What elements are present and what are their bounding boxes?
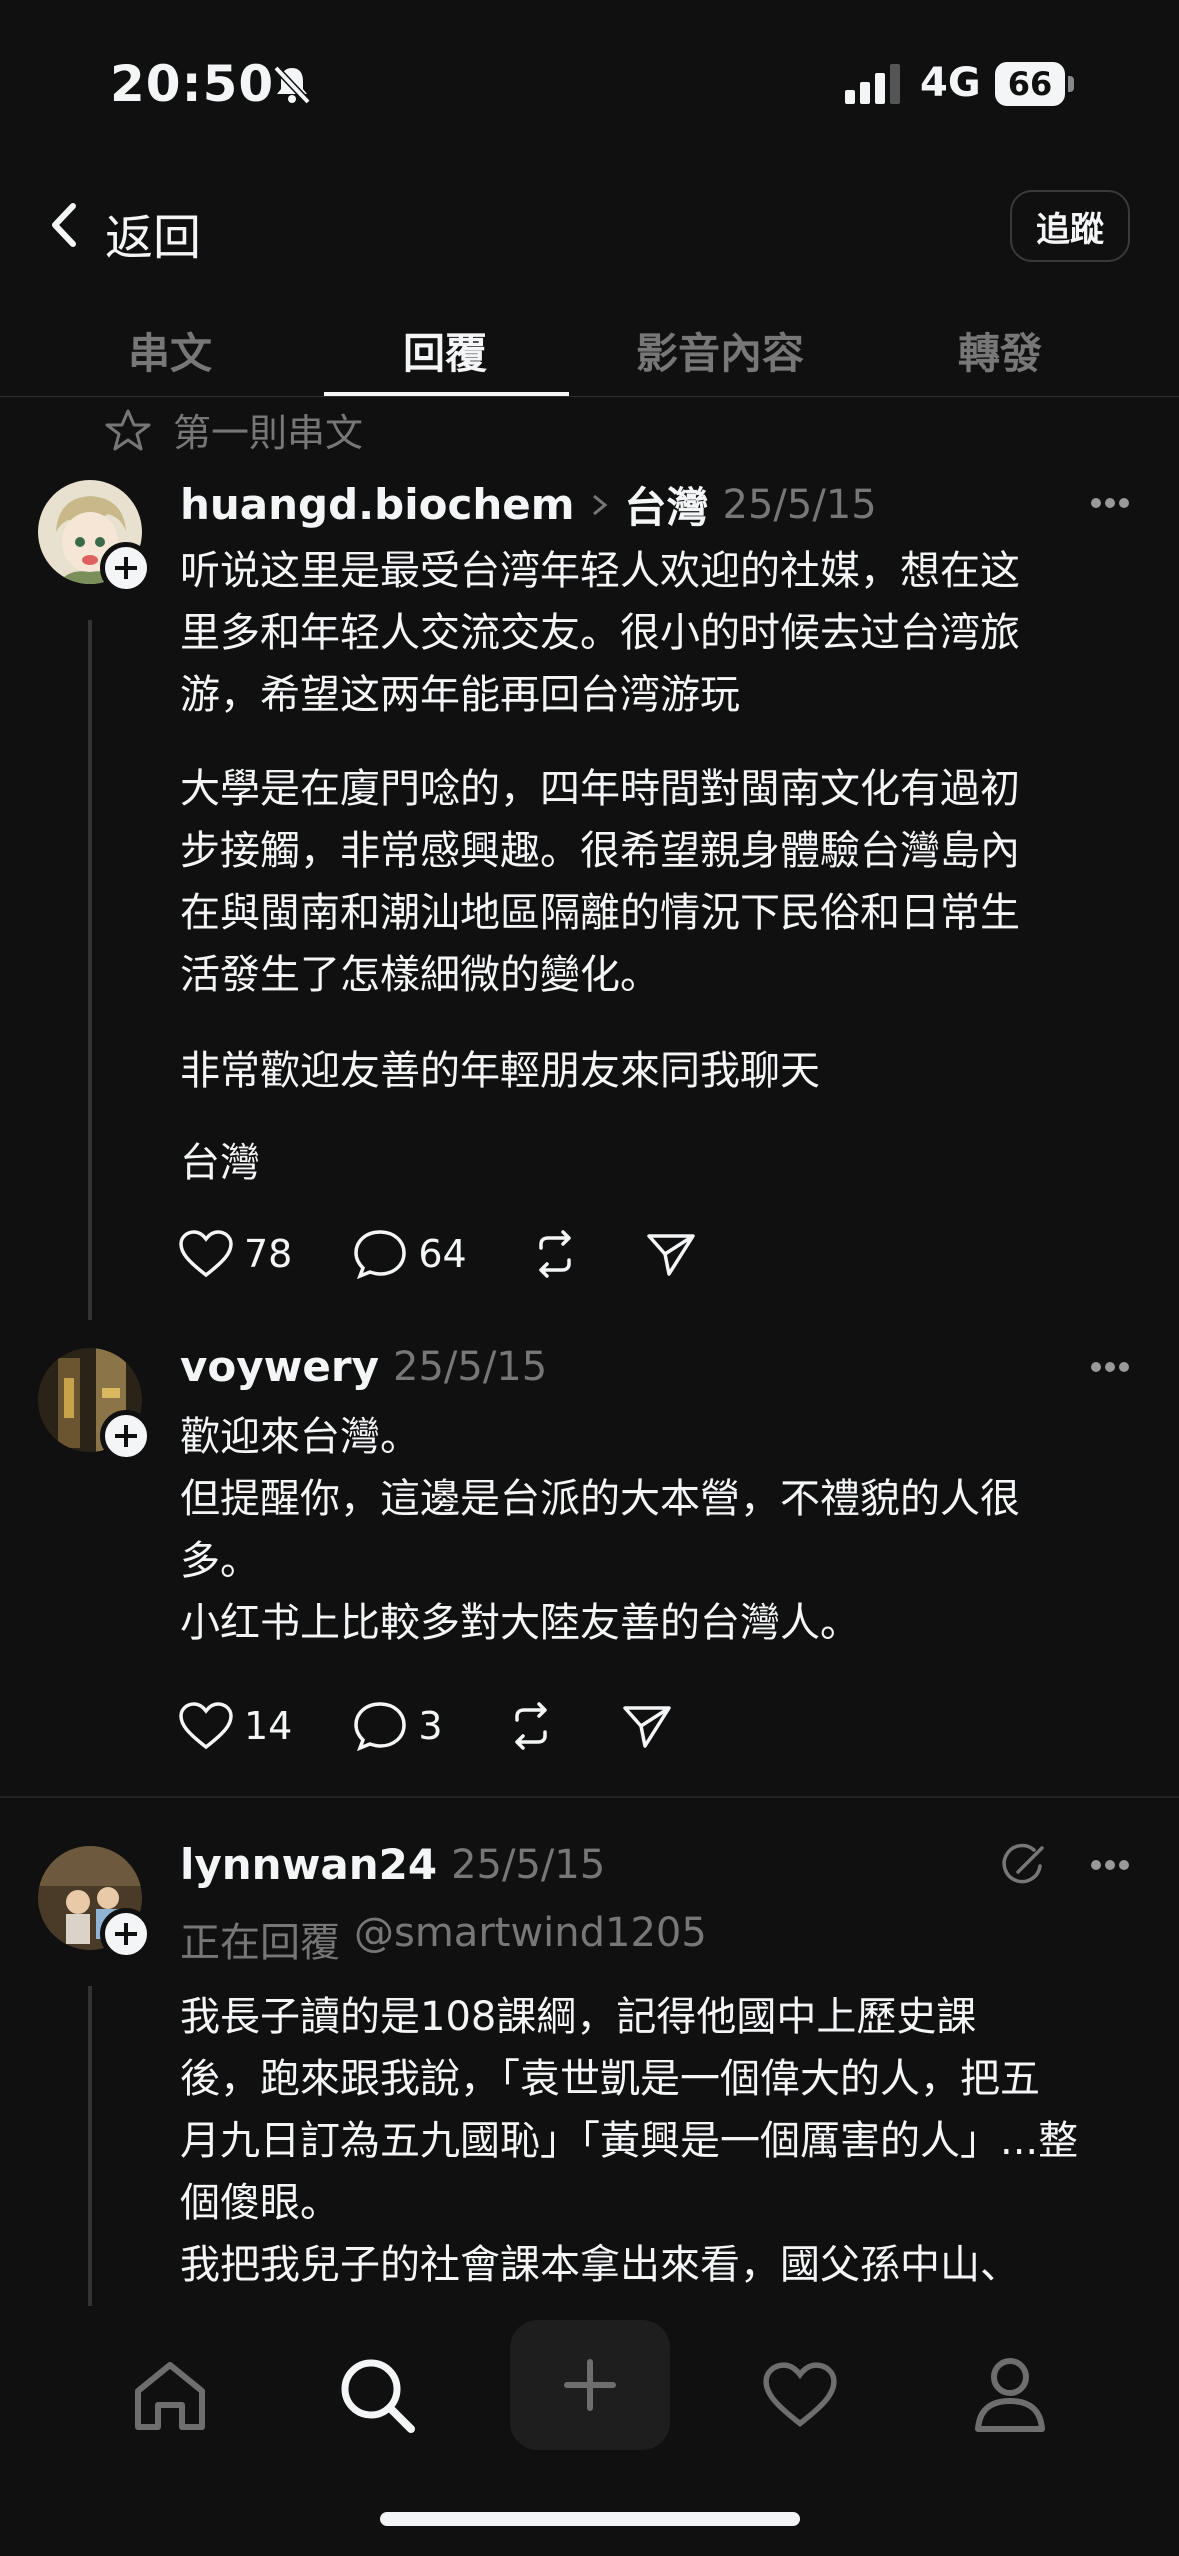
follow-plus-badge[interactable] [100, 542, 152, 594]
heart-icon [179, 1702, 233, 1750]
post-date: 25/5/15 [451, 1841, 606, 1888]
like-count: 78 [244, 1232, 293, 1276]
like-count: 14 [244, 1704, 293, 1748]
comment-button[interactable]: 3 [352, 1700, 443, 1752]
tab-replies[interactable]: 回覆 [355, 320, 535, 381]
username[interactable]: voywery [180, 1342, 379, 1391]
username[interactable]: lynnwan24 [180, 1840, 437, 1889]
nav-search[interactable] [332, 2350, 422, 2440]
repost-icon[interactable] [527, 1228, 583, 1280]
plus-icon [564, 2359, 616, 2411]
plus-icon [115, 557, 137, 579]
repost-icon[interactable] [503, 1700, 559, 1752]
post-1-actions: 78 64 [178, 1228, 699, 1280]
comment-button[interactable]: 64 [352, 1228, 467, 1280]
post-3-text: 我長子讀的是108課綱，記得他國中上歷史課 後，跑來跟我說，「袁世凱是一個偉大的… [180, 1994, 1079, 2288]
battery-icon: 66 [995, 62, 1075, 106]
follow-button[interactable]: 追蹤 [1010, 190, 1130, 262]
home-icon [135, 2362, 205, 2430]
network-type: 4G [920, 60, 981, 106]
status-time: 20:50 [110, 55, 275, 113]
nav-profile[interactable] [965, 2350, 1055, 2440]
comment-icon [354, 1230, 407, 1280]
post-1-paragraph-2: 大學是在廈門唸的，四年時間對閩南文化有過初 步接觸，非常感興趣。很希望親身體驗台… [180, 766, 1020, 998]
more-icon[interactable] [1090, 1858, 1130, 1872]
post-date: 25/5/15 [393, 1343, 548, 1390]
post-2-header: voywery 25/5/15 [180, 1342, 547, 1391]
more-icon[interactable] [1090, 496, 1130, 510]
nav-activity[interactable] [755, 2350, 845, 2440]
back-button[interactable]: 返回 [105, 198, 201, 268]
tab-reposts[interactable]: 轉發 [910, 320, 1090, 381]
plus-icon [115, 1425, 137, 1447]
home-indicator [380, 2512, 800, 2526]
post-3-avatar-wrap[interactable] [38, 1846, 152, 1960]
heart-icon [179, 1230, 233, 1278]
first-post-text: 第一則串文 [173, 411, 364, 455]
battery-level: 66 [995, 62, 1065, 106]
replying-to-row: 正在回覆 @smartwind1205 [180, 1910, 707, 1968]
plus-icon [115, 1923, 137, 1945]
post-2-actions: 14 3 [178, 1700, 675, 1752]
signal-icon [845, 64, 900, 104]
activity-heart-icon [763, 2362, 837, 2427]
username[interactable]: huangd.biochem [180, 480, 575, 529]
post-divider [0, 1796, 1179, 1798]
bottom-nav [0, 2320, 1179, 2460]
comment-count: 64 [418, 1232, 467, 1276]
share-icon[interactable] [643, 1228, 699, 1280]
thread-line [88, 1986, 92, 2306]
like-button[interactable]: 78 [178, 1229, 292, 1279]
nav-create[interactable] [510, 2320, 670, 2450]
first-post-label: 第一則串文 [105, 402, 363, 457]
post-1-paragraph-4[interactable]: 台灣 [180, 1132, 1140, 1194]
post-date: 25/5/15 [722, 481, 877, 528]
post-1-paragraph-3: 非常歡迎友善的年輕朋友來同我聊天 [180, 1048, 820, 1094]
more-icon[interactable] [1090, 1360, 1130, 1374]
chevron-left-icon[interactable] [45, 200, 85, 250]
thread-line [88, 620, 92, 1320]
quote-edit-icon[interactable] [998, 1842, 1048, 1886]
follow-plus-badge[interactable] [100, 1410, 152, 1462]
share-icon[interactable] [619, 1700, 675, 1752]
star-icon [105, 409, 151, 450]
post-2-text: 歡迎來台灣。 但提醒你，這邊是台派的大本營，不禮貌的人很 多。 小红书上比較多對… [180, 1414, 1020, 1646]
bell-slash-icon [273, 65, 311, 105]
follow-plus-badge[interactable] [100, 1908, 152, 1960]
post-2-avatar-wrap[interactable] [38, 1348, 152, 1462]
post-1-header: huangd.biochem 台灣 25/5/15 [180, 474, 877, 535]
tab-media[interactable]: 影音內容 [600, 320, 840, 381]
topic-tag[interactable]: 台灣 [625, 474, 709, 535]
tab-threads[interactable]: 串文 [80, 320, 260, 381]
post-1-avatar-wrap[interactable] [38, 480, 152, 594]
chevron-right-icon [592, 494, 607, 515]
like-button[interactable]: 14 [178, 1701, 292, 1751]
post-3-header: lynnwan24 25/5/15 [180, 1840, 605, 1889]
nav-home[interactable] [125, 2350, 215, 2440]
comment-icon [354, 1702, 407, 1752]
comment-count: 3 [418, 1704, 443, 1748]
replying-mention[interactable]: @smartwind1205 [354, 1910, 707, 1968]
profile-tabs: 串文 回覆 影音內容 轉發 [0, 300, 1179, 397]
profile-icon [975, 2358, 1045, 2432]
post-1-paragraph-1: 听说这里是最受台湾年轻人欢迎的社媒，想在这 里多和年轻人交流交友。很小的时候去过… [180, 548, 1020, 718]
active-tab-indicator [324, 392, 569, 396]
search-icon [341, 2359, 415, 2433]
replying-prefix: 正在回覆 [180, 1920, 340, 1966]
